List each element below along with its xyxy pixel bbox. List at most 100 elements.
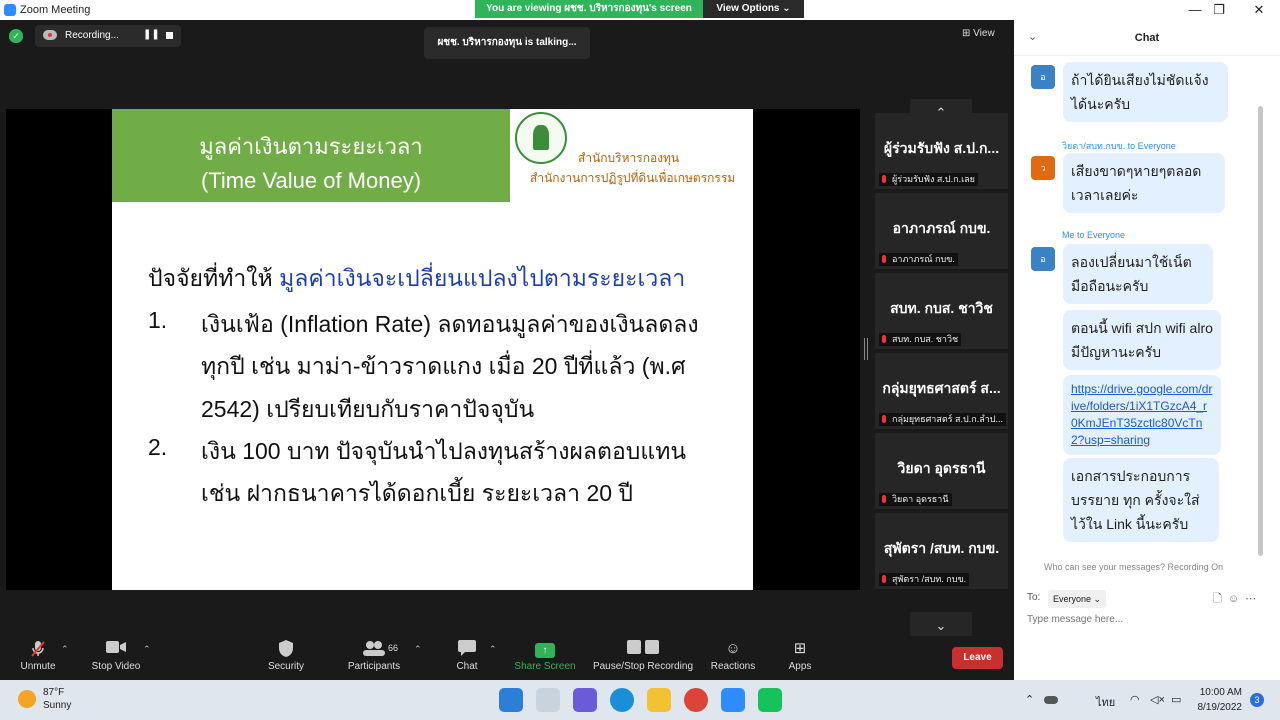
office-name-2: สำนักงานการปฏิรูปที่ดินเพื่อเกษตรกรรม xyxy=(530,171,736,185)
chat-message: ตอนนี้ wifi สปก wifi alro มีปัญหานะครับ xyxy=(1063,310,1221,370)
chat-message-input[interactable] xyxy=(1027,614,1247,625)
input-language[interactable]: ไทย xyxy=(1096,693,1115,711)
taskbar-clock[interactable]: 10:00 AM 8/19/2022 xyxy=(1190,685,1243,715)
search-icon[interactable] xyxy=(536,688,560,712)
participant-name: วิยดา อุดรธานี xyxy=(897,460,986,476)
participant-tile[interactable]: สบท. กบส. ชาวิช สบท. กบส. ชาวิช xyxy=(875,273,1008,349)
chat-message: ลองเปลี่ยนมาใช้เน็ต มือถือนะครับ xyxy=(1063,244,1213,304)
share-screen-button[interactable]: ↑ Share Screen xyxy=(514,640,576,672)
chrome-browser-icon[interactable] xyxy=(684,688,708,712)
zoom-app-icon xyxy=(4,4,16,16)
slide-title-english: (Time Value of Money) xyxy=(200,168,422,193)
shared-screen: มูลค่าเงินตามระยะเวลา (Time Value of Mon… xyxy=(6,109,860,590)
participant-tile[interactable]: ผู้ร่วมรับฟัง ส.ป.ก... ผู้ร่วมรับฟัง ส.ป… xyxy=(875,113,1008,189)
wifi-icon[interactable]: ◠ xyxy=(1130,693,1140,706)
chat-header: ⌄ Chat xyxy=(1014,20,1280,56)
file-explorer-icon[interactable] xyxy=(647,688,671,712)
audio-options-caret-icon[interactable]: ⌃ xyxy=(61,644,69,655)
chat-caret-icon[interactable]: ⌃ xyxy=(489,644,497,655)
item-2-line-1: เงิน 100 บาท ปัจจุบันนำไปลงทุนสร้างผลตอบ… xyxy=(201,438,687,464)
stop-video-button[interactable]: Stop Video xyxy=(90,640,142,672)
start-windows-icon[interactable] xyxy=(499,688,523,712)
view-label: View xyxy=(973,28,995,39)
zoom-window: Zoom Meeting — ❐ ✕ You are viewing ผชช. … xyxy=(0,0,1280,720)
zoom-taskbar-icon[interactable] xyxy=(721,688,745,712)
battery-icon[interactable]: ▭ xyxy=(1171,693,1181,706)
apps-button[interactable]: ⊞ Apps xyxy=(786,640,814,672)
volume-muted-icon[interactable]: ◁× xyxy=(1150,693,1165,706)
chat-button[interactable]: Chat xyxy=(455,640,479,672)
slide-heading: ปัจจัยที่ทำให้ มูลค่าเงินจะเปลี่ยนแปลงไป… xyxy=(148,261,685,297)
participant-muted-label: ผู้ร่วมรับฟัง ส.ป.ก.เลย xyxy=(879,173,978,186)
participant-name: สุพัตรา /สบท. กบข. xyxy=(883,540,1000,556)
heading-prefix: ปัจจัยที่ทำให้ xyxy=(148,265,280,291)
security-label: Security xyxy=(267,661,305,672)
video-camera-icon xyxy=(90,640,142,658)
reactions-button[interactable]: ☺ Reactions xyxy=(710,640,756,672)
teams-chat-icon[interactable] xyxy=(573,688,597,712)
security-button[interactable]: Security xyxy=(267,640,305,672)
chat-label: Chat xyxy=(456,661,478,672)
item-1-line-3: 2542) เปรียบเทียบกับราคาปัจจุบัน xyxy=(201,396,535,422)
participant-tile[interactable]: กลุ่มยุทธศาสตร์ ส... กลุ่มยุทธศาสตร์ ส.ป… xyxy=(875,353,1008,429)
edge-browser-icon[interactable] xyxy=(610,688,634,712)
participant-tile[interactable]: สุพัตรา /สบท. กบข. สุพัตรา /สบท. กบข. xyxy=(875,513,1008,589)
item-number-2: 2. xyxy=(148,434,168,460)
item-number-1: 1. xyxy=(148,307,168,333)
onedrive-cloud-icon[interactable] xyxy=(1044,696,1058,704)
participant-tile[interactable]: อาภาภรณ์ กบข. อาภาภรณ์ กบข. xyxy=(875,193,1008,269)
view-button[interactable]: ⊞ View xyxy=(962,28,995,39)
pause-stop-recording-button[interactable]: Pause/Stop Recording xyxy=(591,640,695,672)
message-sender: Me to Everyone xyxy=(1062,230,1126,240)
reactions-label: Reactions xyxy=(710,661,756,672)
chat-message: ถ้าได้ยินเสียงไม่ชัดแจ้ง ได้นะครับ xyxy=(1063,62,1228,122)
chat-privacy-notice[interactable]: Who can see your messages? Recording On xyxy=(1044,562,1223,572)
share-screen-label: Share Screen xyxy=(514,661,576,672)
chat-bubble-icon xyxy=(455,640,479,658)
slide-title-box: มูลค่าเงินตามระยะเวลา (Time Value of Mon… xyxy=(112,109,510,202)
unmute-button[interactable]: Unmute xyxy=(18,640,58,672)
stop-recording-icon[interactable] xyxy=(166,32,173,39)
recipient-dropdown[interactable]: Everyone ⌄ xyxy=(1048,590,1106,608)
window-title: Zoom Meeting xyxy=(20,4,91,16)
pause-recording-icon[interactable]: ❚❚ xyxy=(143,29,160,40)
avatar: อ xyxy=(1031,247,1055,271)
participant-muted-label: วิยดา อุดรธานี xyxy=(879,493,952,506)
security-shield-icon xyxy=(267,640,305,658)
participant-muted-label: สุพัตรา /สบท. กบข. xyxy=(879,573,970,586)
tray-overflow-icon[interactable]: ⌃ xyxy=(1025,693,1034,706)
participant-muted-label: กลุ่มยุทธศาสตร์ ส.ป.ก.ลำป... xyxy=(879,413,1006,426)
item-1-line-2: ทุกปี เช่น มาม่า-ข้าวราดแกง เมื่อ 20 ปีท… xyxy=(201,353,686,379)
meeting-toolbar: Unmute ⌃ Stop Video ⌃ Security Participa… xyxy=(0,636,1014,680)
maximize-button[interactable]: ❐ xyxy=(1199,0,1239,20)
encryption-shield-icon[interactable]: ✓ xyxy=(9,29,23,43)
chat-link-message[interactable]: https://drive.google.com/drive/folders/1… xyxy=(1063,375,1221,455)
notification-badge[interactable]: 3 xyxy=(1250,693,1264,707)
viewing-screen-banner: You are viewing ผชช. บริหารกองทุน's scre… xyxy=(475,0,703,18)
leave-button[interactable]: Leave xyxy=(952,647,1003,669)
clock-date: 8/19/2022 xyxy=(1197,702,1243,713)
clock-time: 10:00 AM xyxy=(1199,687,1242,698)
participant-muted-label: อาภาภรณ์ กบข. xyxy=(879,253,958,266)
view-grid-icon: ⊞ xyxy=(962,28,971,39)
presentation-slide: มูลค่าเงินตามระยะเวลา (Time Value of Mon… xyxy=(112,109,753,590)
apps-icon: ⊞ xyxy=(793,640,807,657)
alro-seal-logo xyxy=(515,112,567,164)
view-options-button[interactable]: View Options ⌄ xyxy=(703,0,804,18)
item-2-line-2: เช่น ฝากธนาคารได้ดอกเบี้ย ระยะเวลา 20 ปี xyxy=(201,480,634,506)
windows-taskbar: 87°F Sunny ⌃ ไทย ◠ ◁× ▭ 10:00 AM 8/19/20… xyxy=(0,680,1280,720)
participants-caret-icon[interactable]: ⌃ xyxy=(414,644,422,655)
reactions-smiley-icon: ☺ xyxy=(725,640,741,657)
weather-sun-icon[interactable] xyxy=(18,690,36,708)
participant-name: สบท. กบส. ชาวิช xyxy=(890,300,993,316)
split-resize-handle[interactable] xyxy=(864,338,868,360)
participant-tile[interactable]: วิยดา อุดรธานี วิยดา อุดรธานี xyxy=(875,433,1008,509)
video-options-caret-icon[interactable]: ⌃ xyxy=(143,644,151,655)
chat-tools-icons[interactable]: 🗋☺⋯ xyxy=(1213,590,1262,609)
line-app-icon[interactable] xyxy=(758,688,782,712)
chat-scrollbar[interactable] xyxy=(1258,106,1263,556)
pause-stop-recording-label: Pause/Stop Recording xyxy=(592,661,694,672)
gallery-scroll-down-button[interactable]: ⌄ xyxy=(910,612,972,639)
close-button[interactable]: ✕ xyxy=(1239,0,1279,20)
stop-video-label: Stop Video xyxy=(91,661,141,672)
